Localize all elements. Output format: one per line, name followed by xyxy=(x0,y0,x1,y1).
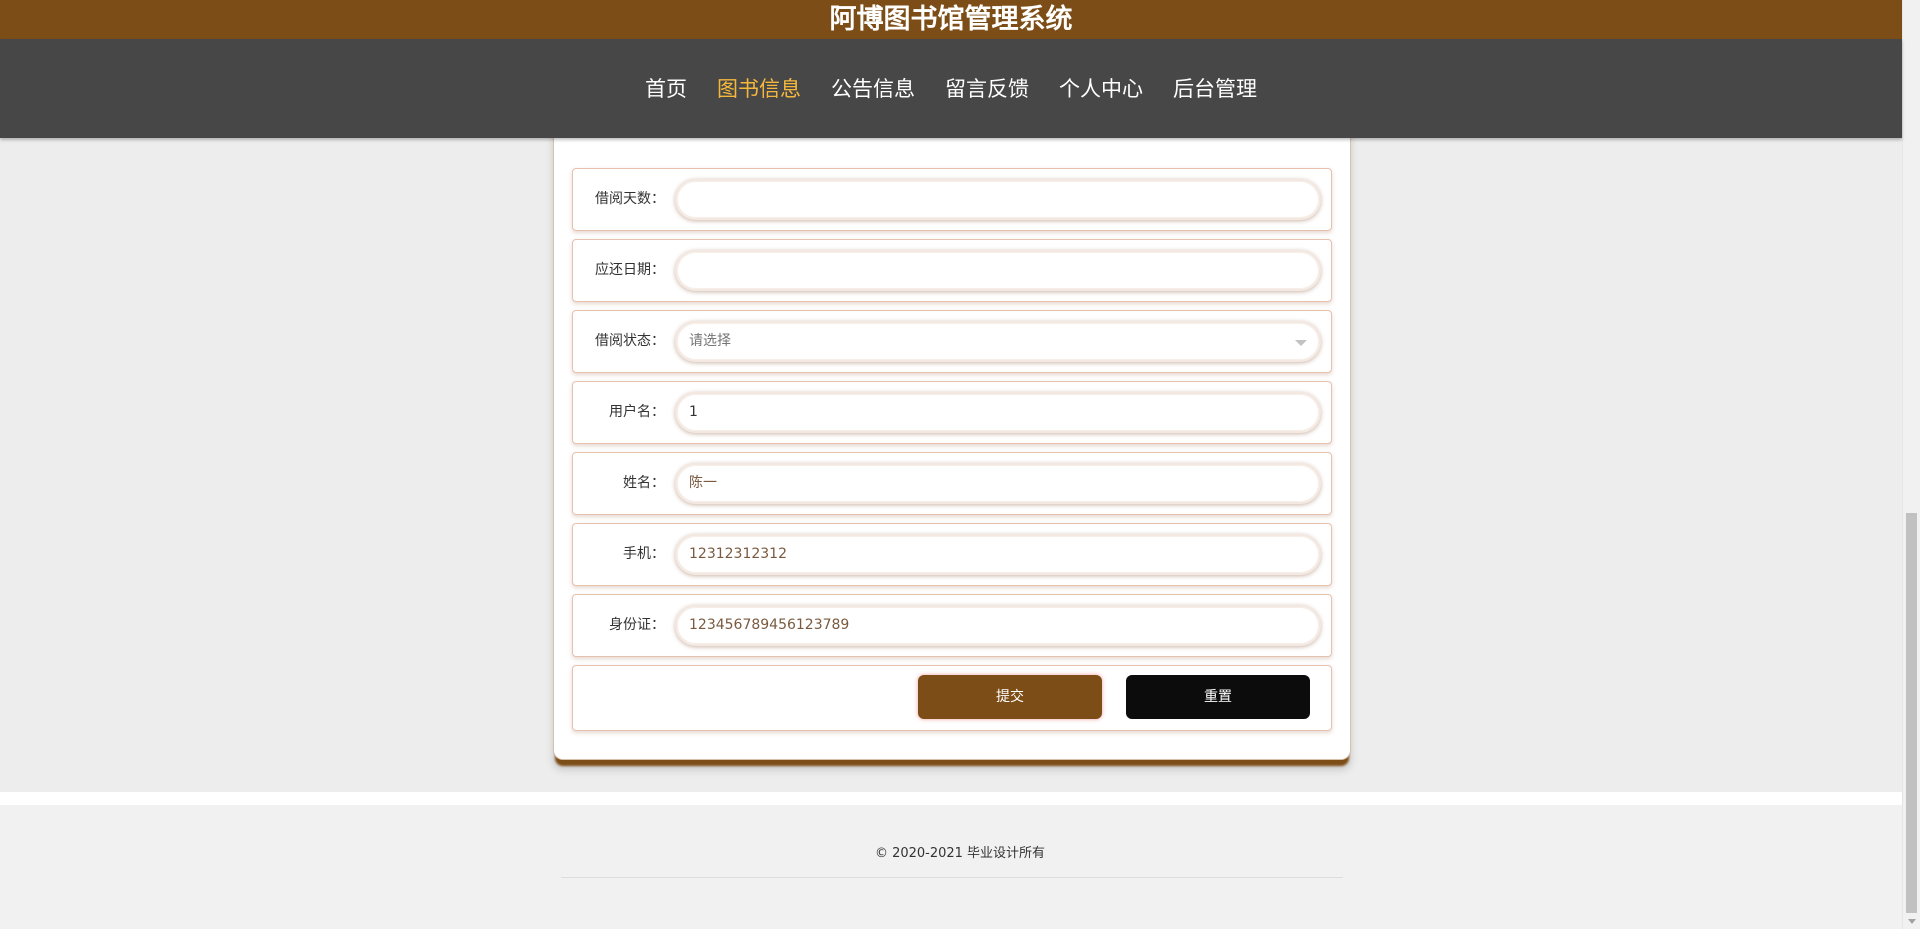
chevron-down-icon xyxy=(1295,340,1307,346)
username-label: 用户名： xyxy=(609,404,665,420)
nav-item-home[interactable]: 首页 xyxy=(636,69,696,109)
nav-item-personal-center[interactable]: 个人中心 xyxy=(1050,69,1152,109)
username-input[interactable]: 1 xyxy=(675,392,1321,433)
name-label: 姓名： xyxy=(623,475,665,491)
borrow-status-label: 借阅状态： xyxy=(595,333,665,349)
nav-item-book-info[interactable]: 图书信息 xyxy=(708,69,810,109)
footer-divider xyxy=(561,877,1343,878)
borrow-status-selected: 请选择 xyxy=(689,333,731,349)
site-title: 阿博图书馆管理系统 xyxy=(0,0,1902,39)
copyright-text: © 2020-2021 毕业设计所有 xyxy=(874,846,1046,861)
form-row-username: 用户名： 1 xyxy=(572,381,1332,444)
id-card-input[interactable]: 123456789456123789 xyxy=(675,605,1321,646)
nav-item-admin[interactable]: 后台管理 xyxy=(1164,69,1266,109)
nav-item-announcements[interactable]: 公告信息 xyxy=(822,69,924,109)
footer-divider-band xyxy=(0,792,1902,805)
name-input[interactable]: 陈一 xyxy=(675,463,1321,504)
borrow-days-label: 借阅天数： xyxy=(595,191,665,207)
page-footer: © 2020-2021 毕业设计所有 xyxy=(0,805,1902,929)
borrow-days-input[interactable] xyxy=(675,179,1321,220)
form-row-name: 姓名： 陈一 xyxy=(572,452,1332,515)
main-nav: 首页 图书信息 公告信息 留言反馈 个人中心 后台管理 xyxy=(0,39,1902,138)
form-actions: 提交 重置 xyxy=(572,665,1332,731)
form-row-phone: 手机： 12312312312 xyxy=(572,523,1332,586)
nav-item-feedback[interactable]: 留言反馈 xyxy=(936,69,1038,109)
borrow-status-select[interactable]: 请选择 xyxy=(675,321,1321,362)
phone-input[interactable]: 12312312312 xyxy=(675,534,1321,575)
phone-label: 手机： xyxy=(623,546,665,562)
scroll-down-arrow-icon[interactable] xyxy=(1908,919,1916,924)
due-date-input[interactable] xyxy=(675,250,1321,291)
due-date-label: 应还日期： xyxy=(595,262,665,278)
form-row-borrow-days: 借阅天数： xyxy=(572,168,1332,231)
borrow-form-card: 借阅天数： 应还日期： 借阅状态： 请选择 用户名： 1 姓名： 陈一 手机： … xyxy=(553,100,1351,760)
vertical-scrollbar[interactable] xyxy=(1902,0,1920,929)
id-card-label: 身份证： xyxy=(609,617,665,633)
scrollbar-thumb[interactable] xyxy=(1906,513,1917,913)
submit-button[interactable]: 提交 xyxy=(918,675,1102,719)
reset-button[interactable]: 重置 xyxy=(1126,675,1310,719)
form-row-due-date: 应还日期： xyxy=(572,239,1332,302)
form-row-id-card: 身份证： 123456789456123789 xyxy=(572,594,1332,657)
form-row-borrow-status: 借阅状态： 请选择 xyxy=(572,310,1332,373)
